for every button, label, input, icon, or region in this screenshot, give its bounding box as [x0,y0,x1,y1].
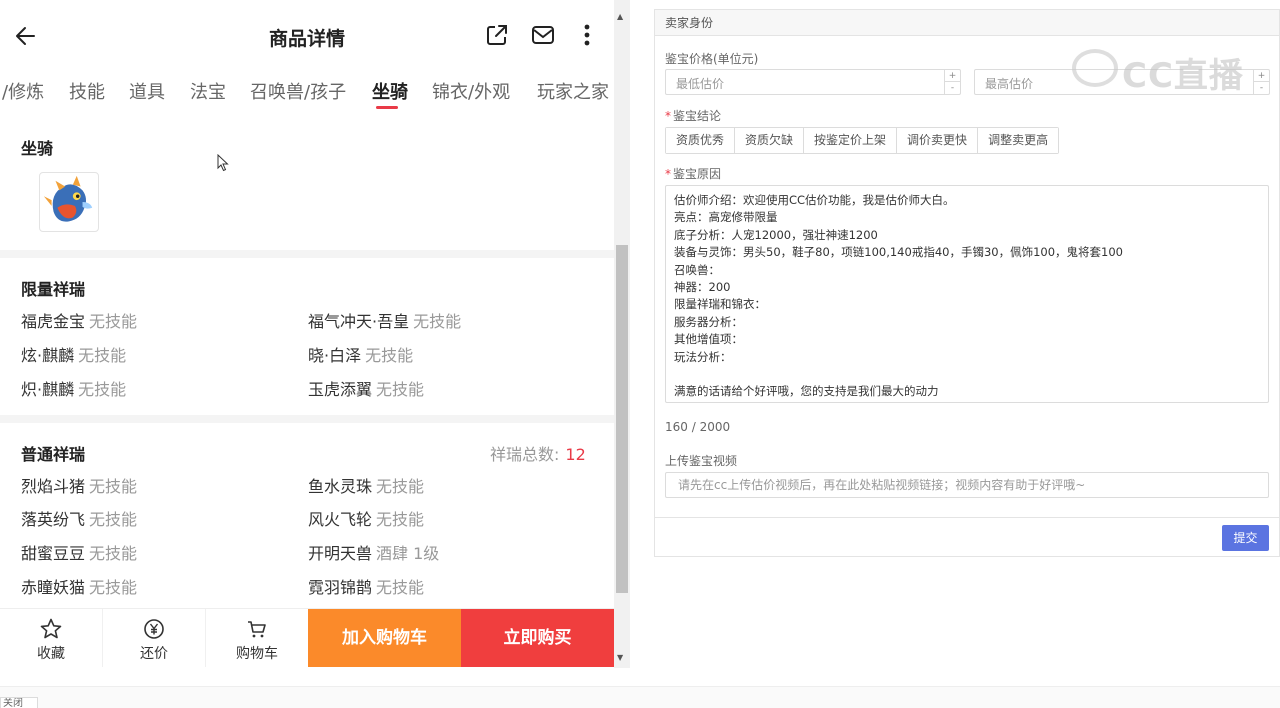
list-item: 开明天兽 酒肆 1级 [308,544,440,563]
tab-skills[interactable]: 技能 [69,78,105,104]
tab-outfit[interactable]: 锦衣/外观 [432,78,510,104]
more-icon[interactable] [574,22,600,48]
tab-treasure[interactable]: 法宝 [190,78,226,104]
list-item: 霓羽锦鹊 无技能 [308,578,425,597]
conclusion-option[interactable]: 调整卖更高 [978,128,1059,153]
video-link-input[interactable]: 请先在cc上传估价视频后，再在此处粘贴视频链接；视频内容有助于好评哦~ [665,472,1269,498]
conclusion-option[interactable]: 资质欠缺 [735,128,805,153]
tab-items[interactable]: 道具 [129,78,165,104]
list-item: 炽·麒麟 无技能 [21,380,127,399]
tab-mount[interactable]: 坐骑 [372,78,408,104]
list-item: 福虎金宝 无技能 [21,312,138,331]
watermark: CC直播 [1122,56,1244,96]
favorite-button[interactable]: 收藏 [0,609,103,667]
scroll-down-arrow-icon[interactable]: ▼ [617,653,623,662]
mouse-cursor-icon [217,154,229,172]
list-item: 风火飞轮 无技能 [308,510,425,529]
bottom-strip [0,686,1280,708]
min-price-stepper[interactable]: + - [944,70,960,94]
buy-now-button[interactable]: 立即购买 [461,609,614,667]
conclusion-label: * 鉴宝结论 [665,109,722,123]
tab-player-home[interactable]: 玩家之家 [537,78,609,104]
cart-button[interactable]: 购物车 [206,609,309,667]
total-count: 祥瑞总数: 12 [490,445,586,464]
form-footer-divider [655,517,1279,518]
decrement-icon[interactable]: - [945,82,960,94]
scrollbar-thumb[interactable] [616,245,628,593]
share-icon[interactable] [484,22,510,48]
bottom-action-bar: 收藏 还价 购物车 加入购物车 立即购买 [0,608,614,667]
counter-offer-button[interactable]: 还价 [103,609,206,667]
list-item: 落英纷飞 无技能 [21,510,138,529]
yen-coin-icon [144,619,164,639]
message-icon[interactable] [530,22,556,48]
decrement-icon[interactable]: - [1254,82,1269,94]
tab-summons[interactable]: 召唤兽/孩子 [250,78,346,104]
list-item: 玉虎添翼 无技能 [308,380,425,399]
increment-icon[interactable]: + [1254,70,1269,82]
list-item: 福气冲天·吾皇 无技能 [308,312,462,331]
conclusion-option[interactable]: 资质优秀 [666,128,736,153]
top-nav-bar: 商品详情 [0,0,614,72]
limited-section-title: 限量祥瑞 [21,280,86,299]
star-icon [40,618,62,639]
mount-section-title: 坐骑 [21,139,54,158]
conclusion-option[interactable]: 按鉴定价上架 [804,128,898,153]
price-label: 鉴宝价格(单位元) [665,52,759,66]
list-item: 甜蜜豆豆 无技能 [21,544,138,563]
phone-preview: 商品详情 /修炼 技能 道具 法宝 召唤兽/孩子 坐骑 锦衣/外观 玩家之家 坐… [0,0,630,686]
min-price-input[interactable]: 最低估价 + - [665,69,961,95]
list-item: 晓·白泽 无技能 [308,346,414,365]
reason-label: * 鉴宝原因 [665,167,722,181]
active-tab-indicator [376,106,398,109]
close-tab[interactable]: 关闭 [0,697,38,708]
add-to-cart-button[interactable]: 加入购物车 [308,609,461,667]
max-price-stepper[interactable]: + - [1253,70,1269,94]
normal-section-title: 普通祥瑞 [21,445,86,464]
form-header: 卖家身份 [655,10,1279,36]
tab-cultivation[interactable]: /修炼 [2,78,44,104]
char-counter: 160 / 2000 [665,420,731,434]
list-item: 赤瞳妖猫 无技能 [21,578,138,597]
section-divider [0,250,614,258]
section-divider [0,415,614,423]
list-item: 炫·麒麟 无技能 [21,346,127,365]
reason-textarea[interactable]: 估价师介绍：欢迎使用CC估价功能，我是估价师大白。 亮点：高宠修带限量 底子分析… [665,185,1269,403]
scroll-up-arrow-icon[interactable]: ▲ [617,12,623,21]
cart-icon [248,621,266,638]
conclusion-option[interactable]: 调价卖更快 [897,128,979,153]
mount-thumbnail[interactable] [39,172,99,232]
page-title: 商品详情 [268,28,345,50]
conclusion-options: 资质优秀 资质欠缺 按鉴定价上架 调价卖更快 调整卖更高 [665,127,1060,154]
category-tabs: /修炼 技能 道具 法宝 召唤兽/孩子 坐骑 锦衣/外观 玩家之家 [0,72,614,114]
dragon-mount-icon [43,175,93,222]
list-item: 烈焰斗猪 无技能 [21,477,138,496]
video-label: 上传鉴宝视频 [665,454,738,468]
list-item: 鱼水灵珠 无技能 [308,477,425,496]
submit-button[interactable]: 提交 [1222,525,1269,551]
increment-icon[interactable]: + [945,70,960,82]
